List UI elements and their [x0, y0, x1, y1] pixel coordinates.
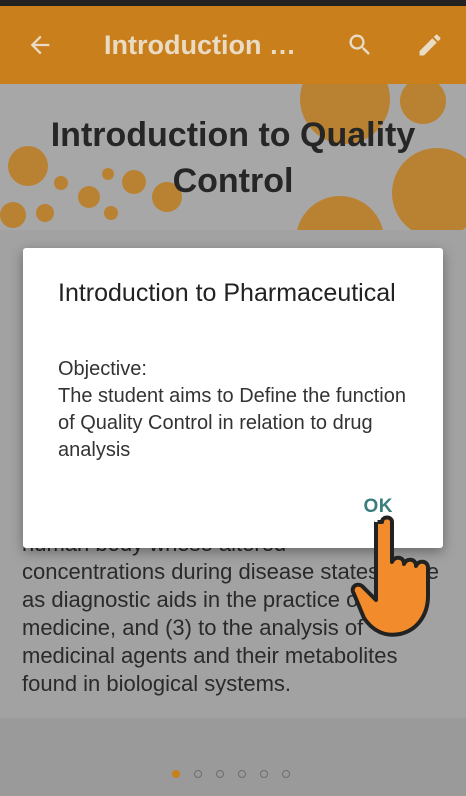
page-heading: Introduction to Quality Control — [50, 116, 416, 200]
page-dot[interactable] — [216, 770, 224, 778]
dialog-message: Objective: The student aims to Define th… — [58, 358, 406, 461]
edit-button[interactable] — [402, 6, 458, 84]
objective-dialog: Introduction to Pharmaceutical Objective… — [23, 248, 443, 548]
dialog-title: Introduction to Pharmaceutical — [58, 279, 396, 307]
page-dot[interactable] — [282, 770, 290, 778]
header-banner: Introduction to Quality Control — [0, 84, 466, 230]
app-bar: Introduction to Quality Control — [0, 6, 466, 84]
page-dot[interactable] — [238, 770, 246, 778]
search-icon — [349, 34, 370, 55]
app-bar-title: Introduction to Quality Control — [104, 30, 304, 60]
pencil-icon — [419, 34, 441, 56]
decor-dot — [0, 202, 26, 228]
page-dot[interactable] — [260, 770, 268, 778]
page-indicator — [0, 770, 464, 778]
footer — [0, 718, 466, 796]
arrow-left-icon — [30, 35, 50, 55]
decor-dot — [104, 206, 118, 220]
decor-dot — [36, 204, 54, 222]
page-dot[interactable] — [194, 770, 202, 778]
search-button[interactable] — [332, 6, 388, 84]
back-button[interactable] — [12, 6, 68, 84]
pointing-hand-icon — [350, 515, 430, 637]
page-dot-active[interactable] — [172, 770, 180, 778]
